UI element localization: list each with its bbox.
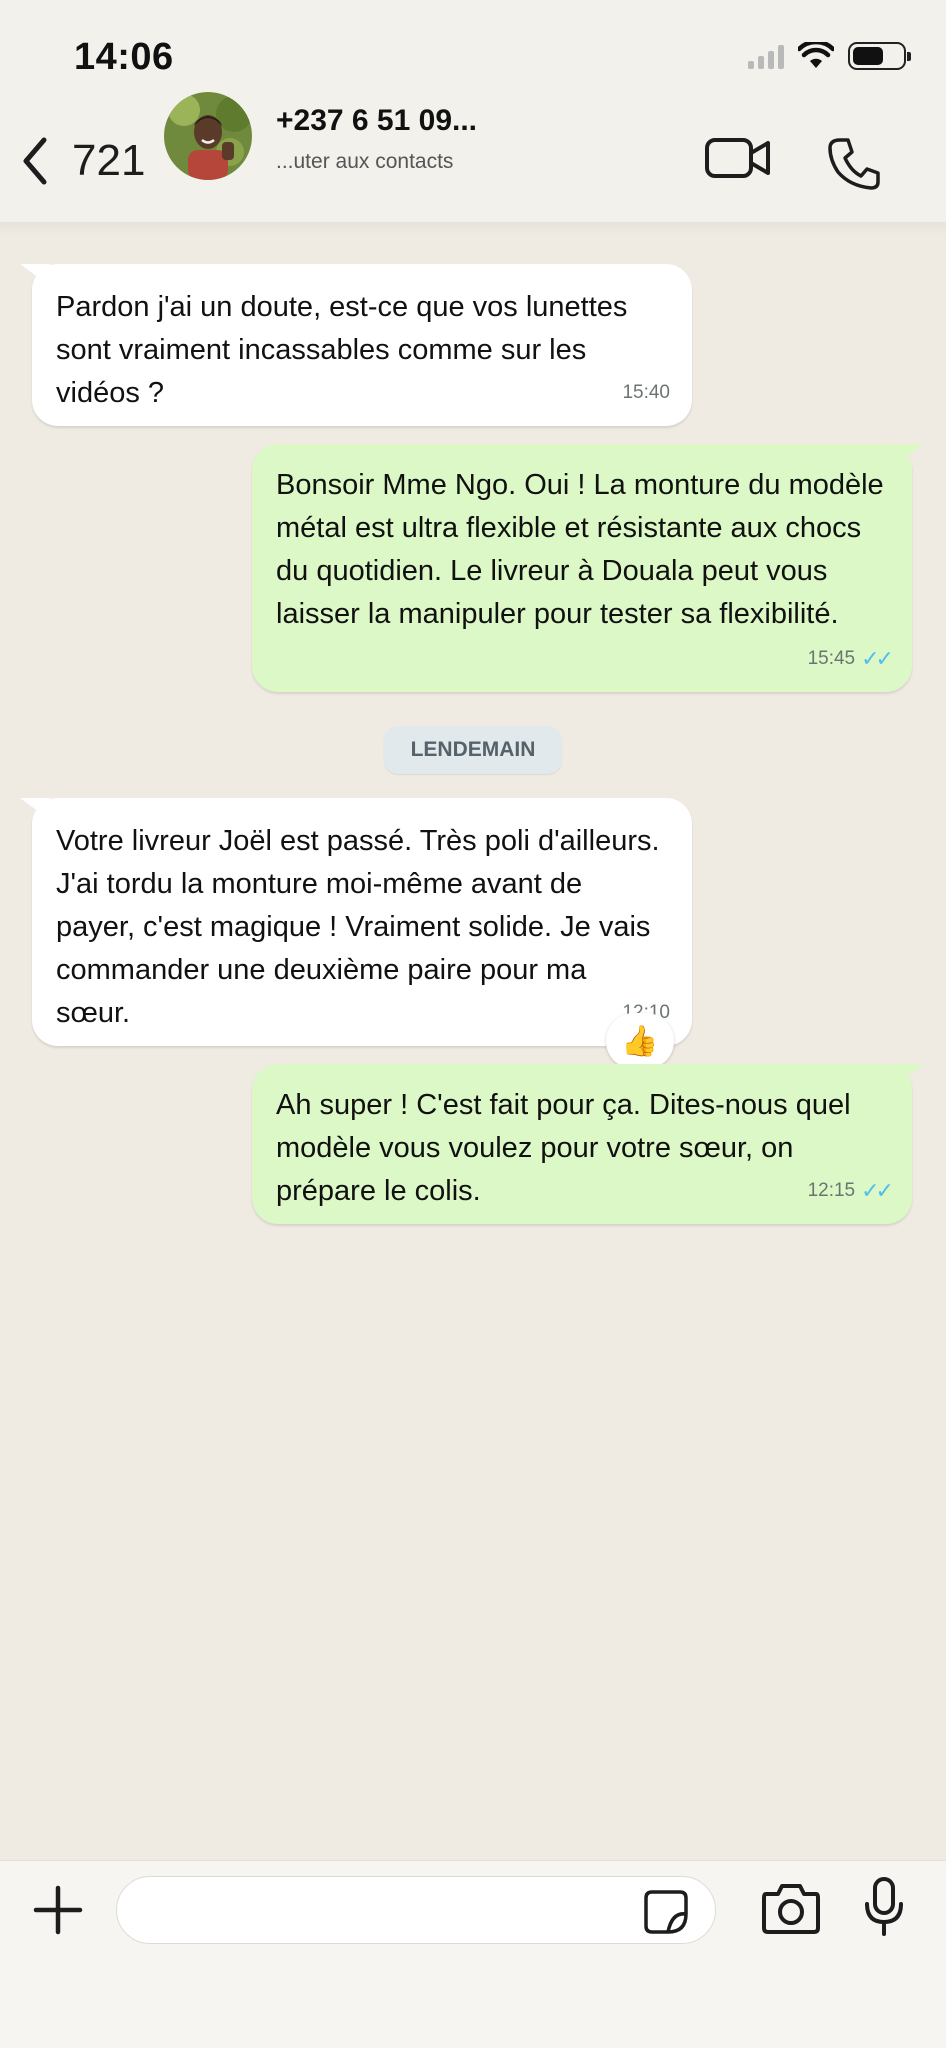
- video-call-icon[interactable]: [704, 132, 772, 184]
- status-time: 14:06: [74, 36, 174, 72]
- message-meta: 15:45 ✓✓: [807, 637, 894, 680]
- day-separator: LENDEMAIN: [384, 726, 562, 774]
- unread-count: 721: [72, 136, 146, 185]
- chat-screen: 14:06 721 +237 6 51 09... ...uter aux co…: [0, 0, 946, 2048]
- read-receipt-icon: ✓✓: [861, 1178, 894, 1203]
- thumbs-up-reaction[interactable]: 👍: [606, 1013, 674, 1069]
- message-text: Votre livreur Joël est passé. Très poli …: [56, 825, 660, 1029]
- message-outgoing[interactable]: Ah super ! C'est fait pour ça. Dites-nou…: [252, 1064, 924, 1224]
- message-incoming[interactable]: Pardon j'ai un doute, est-ce que vos lun…: [20, 264, 692, 426]
- sticker-icon[interactable]: [642, 1888, 690, 1936]
- back-button[interactable]: 721: [18, 136, 145, 186]
- message-meta: 15:40: [622, 371, 670, 414]
- microphone-icon[interactable]: [862, 1876, 906, 1938]
- contact-name[interactable]: +237 6 51 09...: [276, 104, 477, 138]
- cellular-signal-icon: [748, 43, 784, 69]
- camera-icon[interactable]: [760, 1880, 822, 1936]
- message-text: Ah super ! C'est fait pour ça. Dites-nou…: [276, 1089, 851, 1207]
- message-input[interactable]: [116, 1876, 716, 1944]
- contact-subtitle[interactable]: ...uter aux contacts: [276, 150, 453, 174]
- battery-icon: [848, 42, 911, 70]
- read-receipt-icon: ✓✓: [861, 646, 894, 671]
- message-meta: 12:15 ✓✓: [807, 1169, 894, 1212]
- back-chevron-icon: [23, 137, 47, 185]
- contact-avatar[interactable]: [164, 92, 252, 180]
- status-icons: [748, 42, 911, 70]
- plus-icon[interactable]: [30, 1882, 86, 1938]
- message-text: Pardon j'ai un doute, est-ce que vos lun…: [56, 291, 628, 409]
- message-time: 15:40: [622, 382, 670, 403]
- phone-icon[interactable]: [826, 136, 882, 192]
- header-divider: [0, 222, 946, 236]
- message-incoming[interactable]: Votre livreur Joël est passé. Très poli …: [20, 798, 692, 1046]
- message-time: 12:15: [807, 1180, 856, 1201]
- wifi-icon: [798, 42, 834, 68]
- message-time: 15:45: [807, 648, 856, 669]
- message-text: Bonsoir Mme Ngo. Oui ! La monture du mod…: [276, 469, 884, 630]
- message-outgoing[interactable]: Bonsoir Mme Ngo. Oui ! La monture du mod…: [252, 444, 924, 692]
- chat-header: 14:06 721 +237 6 51 09... ...uter aux co…: [0, 0, 946, 236]
